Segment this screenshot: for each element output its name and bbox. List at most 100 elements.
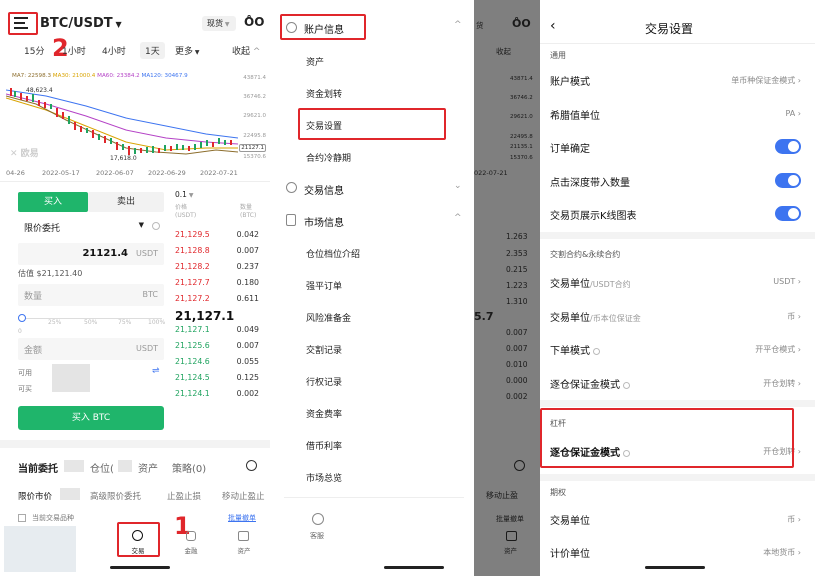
tab-positions[interactable]: 仓位( [90, 460, 114, 475]
menu-item-exercise-records[interactable]: 行权记录 [306, 375, 342, 388]
bid-qty: 0.002 [236, 389, 259, 398]
quote-unit-value[interactable]: 本地货币 › [763, 547, 801, 558]
bid-row[interactable]: 21,124.6 0.055 [173, 357, 261, 373]
trading-panel: BTC/USDT ▼ 现货 ▼ O̊O 2 15分 1小时 4小时 1天 更多 … [0, 0, 270, 576]
ask-row[interactable]: 21,127.2 0.611 [173, 294, 261, 310]
greek-unit-value[interactable]: PA › [785, 109, 801, 118]
orderbook-header-qty: 数量 (BTC) [240, 204, 256, 220]
history-icon[interactable] [246, 460, 257, 471]
menu-item-cooldown[interactable]: 合约冷静期 [306, 151, 351, 164]
menu-trade-info[interactable]: 交易信息 [304, 182, 344, 197]
options-trade-unit-value[interactable]: 币 › [787, 514, 801, 525]
timeframe-1d[interactable]: 1天 [140, 42, 165, 59]
menu-item-position-tiers[interactable]: 仓位档位介绍 [306, 247, 360, 260]
chart-settings-icon[interactable]: O̊O [244, 15, 264, 29]
chevron-up-icon[interactable]: ^ [454, 20, 462, 30]
menu-item-insurance-fund[interactable]: 风险准备金 [306, 311, 351, 324]
quantity-input[interactable]: 数量 BTC [18, 284, 164, 306]
order-confirm-toggle[interactable] [775, 139, 801, 154]
menu-item-market-overview[interactable]: 市场总览 [306, 471, 342, 484]
order-mode-value[interactable]: 开平仓模式 › [755, 344, 801, 355]
menu-item-assets[interactable]: 资产 [306, 55, 324, 68]
bid-price: 21,124.5 [175, 373, 210, 382]
trade-unit-usdt-value[interactable]: USDT › [773, 277, 801, 286]
buy-tab[interactable]: 买入 [18, 192, 88, 212]
ask-row[interactable]: 21,127.7 0.180 [173, 278, 261, 294]
quote-unit-label: 计价单位 [550, 549, 590, 560]
order-subtab-advanced[interactable]: 高级限价委托 [90, 490, 141, 502]
spot-dropdown[interactable]: 现货 ▼ [202, 16, 236, 31]
section-divider [540, 232, 815, 239]
menu-item-delivery-records[interactable]: 交割记录 [306, 343, 342, 356]
show-kline-toggle[interactable] [775, 206, 801, 221]
header-divider [540, 43, 815, 44]
chevron-right-icon: › [795, 345, 801, 354]
menu-item-fund-transfer[interactable]: 资金划转 [306, 87, 342, 100]
ask-row[interactable]: 21,129.5 0.042 [173, 230, 261, 246]
pair-selector[interactable]: BTC/USDT ▼ [40, 16, 122, 31]
depth-qty-toggle[interactable] [775, 173, 801, 188]
menu-item-funding-rate[interactable]: 资金费率 [306, 407, 342, 420]
order-type-select[interactable]: 限价委托 ▼ [18, 218, 148, 236]
ask-row[interactable]: 21,128.8 0.007 [173, 246, 261, 262]
bid-row[interactable]: 21,124.1 0.002 [173, 389, 261, 405]
blur [64, 460, 84, 472]
menu-item-borrow-rate[interactable]: 借币利率 [306, 439, 342, 452]
timeframe-1h[interactable]: 1小时 [62, 44, 86, 57]
annotation-box-leverage [540, 408, 794, 468]
bid-row[interactable]: 21,124.5 0.125 [173, 373, 261, 389]
orderbook-col-qty: 数量 [240, 204, 253, 211]
trade-info-icon [286, 182, 297, 193]
timeframe-more-label: 更多 [175, 47, 194, 57]
timeframe-more[interactable]: 更多 ▼ [175, 44, 200, 57]
info-icon[interactable] [623, 381, 630, 389]
x-tick: 2022-06-07 [96, 169, 134, 177]
sell-tab[interactable]: 卖出 [88, 192, 164, 212]
account-mode-value[interactable]: 单币种保证金模式 › [731, 75, 801, 86]
timeframe-4h[interactable]: 4小时 [102, 44, 126, 57]
menu-item-liquidations[interactable]: 强平订单 [306, 279, 342, 292]
orderbook-step[interactable]: 0.1 ▼ [175, 190, 193, 199]
order-type-info-icon[interactable] [152, 222, 160, 230]
tab-strategies[interactable]: 策略(0) [172, 460, 206, 475]
support-label[interactable]: 客服 [310, 531, 324, 541]
bid-row[interactable]: 21,127.1 0.049 [173, 325, 261, 341]
price-input[interactable]: 21121.4 USDT [18, 243, 164, 265]
menu-market-info[interactable]: 市场信息 [304, 214, 344, 229]
tab-assets[interactable]: 资产 [138, 460, 158, 475]
timeframe-15m[interactable]: 15分 [24, 44, 44, 57]
chart-low-label: 17,618.0 [110, 155, 137, 162]
headset-icon[interactable] [312, 513, 324, 525]
chevron-right-icon: › [795, 76, 801, 85]
nav-assets-icon[interactable] [238, 531, 249, 541]
trade-unit-coin-value[interactable]: 币 › [787, 311, 801, 322]
spot-dropdown-label: 现货 [207, 19, 223, 28]
home-indicator [645, 566, 705, 569]
dimmed-background[interactable]: 货 O̊O 收起 43871.4 36746.2 29621.0 22495.8… [474, 0, 540, 576]
kline-chart[interactable] [6, 82, 238, 166]
chevron-up-icon[interactable]: ^ [454, 213, 462, 223]
buy-btc-button[interactable]: 买入 BTC [18, 406, 164, 430]
info-icon[interactable] [593, 347, 600, 355]
slider-handle[interactable] [18, 314, 26, 322]
order-subtab-trailing[interactable]: 移动止盈止 [222, 490, 265, 502]
chevron-right-icon: › [795, 109, 801, 118]
current-pair-label: 当前交易品种 [32, 514, 74, 522]
order-subtab-tpsl[interactable]: 止盈止损 [167, 490, 201, 502]
bid-row[interactable]: 21,125.6 0.007 [173, 341, 261, 357]
amount-input[interactable]: 金额 USDT [18, 338, 164, 360]
transfer-icon[interactable]: ⇌ [152, 366, 160, 376]
batch-cancel-link[interactable]: 批量撤单 [228, 513, 256, 523]
current-pair-checkbox[interactable] [18, 514, 26, 522]
chevron-down-icon[interactable]: ⌄ [454, 181, 462, 191]
collapse-chart-button[interactable]: 收起 ^ [232, 44, 260, 57]
nav-assets-label[interactable]: 资产 [229, 545, 259, 555]
tab-current-orders[interactable]: 当前委托 [18, 460, 58, 475]
nav-finance-icon[interactable] [186, 531, 196, 541]
nav-finance-label[interactable]: 金融 [176, 545, 206, 555]
isolated-mode-value[interactable]: 开仓划转 › [763, 378, 801, 389]
ask-row[interactable]: 21,128.2 0.237 [173, 262, 261, 278]
order-subtab-limit[interactable]: 限价市价 [18, 490, 52, 502]
back-button[interactable]: ‹ [550, 18, 556, 34]
ma30-label: MA30: 21000.4 [52, 73, 96, 79]
